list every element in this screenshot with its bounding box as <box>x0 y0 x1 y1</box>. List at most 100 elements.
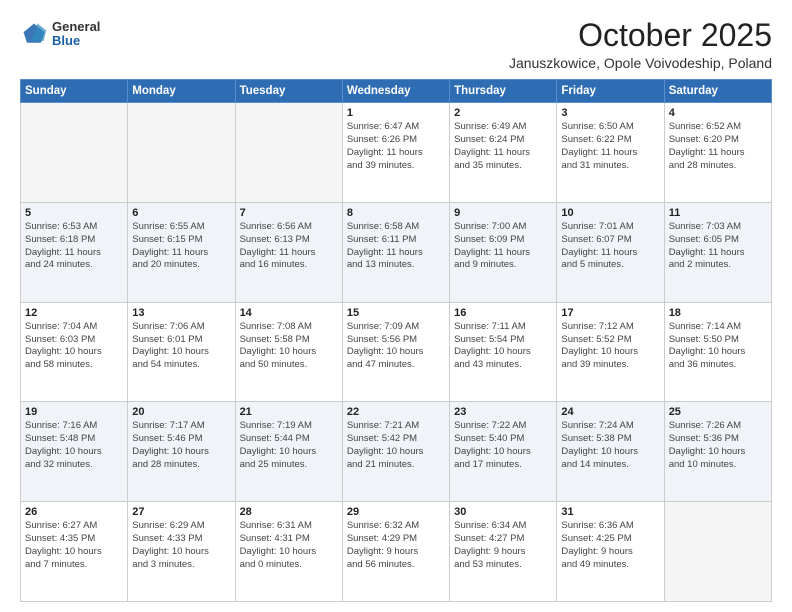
table-row: 2 Sunrise: 6:49 AM Sunset: 6:24 PM Daylig… <box>450 103 557 203</box>
day-info: Sunrise: 7:17 AM Sunset: 5:46 PM Dayligh… <box>132 420 230 471</box>
day-info: Sunrise: 7:09 AM Sunset: 5:56 PM Dayligh… <box>347 321 445 372</box>
table-row: 16 Sunrise: 7:11 AM Sunset: 5:54 PM Dayli… <box>450 302 557 402</box>
table-row: 30 Sunrise: 6:34 AM Sunset: 4:27 PM Dayli… <box>450 502 557 602</box>
table-row: 23Sunrise: 7:22 AM Sunset: 5:40 PM Dayli… <box>450 402 557 502</box>
day-info: Sunrise: 7:08 AM Sunset: 5:58 PM Dayligh… <box>240 321 338 372</box>
day-info: Sunrise: 6:34 AM Sunset: 4:27 PM Dayligh… <box>454 520 552 571</box>
page: General Blue October 2025 Januszkowice, … <box>0 0 792 612</box>
day-info: Sunrise: 7:24 AM Sunset: 5:38 PM Dayligh… <box>561 420 659 471</box>
day-info: Sunrise: 6:31 AM Sunset: 4:31 PM Dayligh… <box>240 520 338 571</box>
table-row: 12 Sunrise: 7:04 AM Sunset: 6:03 PM Dayli… <box>21 302 128 402</box>
logo-general-text: General <box>52 20 100 34</box>
day-number: 1 <box>347 107 445 119</box>
day-info: Sunrise: 6:53 AM Sunset: 6:18 PM Dayligh… <box>25 221 123 272</box>
day-number: 24 <box>561 406 659 418</box>
day-info: Sunrise: 7:14 AM Sunset: 5:50 PM Dayligh… <box>669 321 767 372</box>
day-number: 13 <box>132 307 230 319</box>
day-number: 5 <box>25 207 123 219</box>
day-number: 28 <box>240 506 338 518</box>
day-number: 31 <box>561 506 659 518</box>
day-number: 19 <box>25 406 123 418</box>
table-row <box>235 103 342 203</box>
table-row <box>664 502 771 602</box>
day-info: Sunrise: 7:01 AM Sunset: 6:07 PM Dayligh… <box>561 221 659 272</box>
day-info: Sunrise: 7:06 AM Sunset: 6:01 PM Dayligh… <box>132 321 230 372</box>
table-row: 6 Sunrise: 6:55 AM Sunset: 6:15 PM Daylig… <box>128 202 235 302</box>
table-row: 20 Sunrise: 7:17 AM Sunset: 5:46 PM Dayli… <box>128 402 235 502</box>
day-info: Sunrise: 6:29 AM Sunset: 4:33 PM Dayligh… <box>132 520 230 571</box>
table-row <box>128 103 235 203</box>
day-info: Sunrise: 7:04 AM Sunset: 6:03 PM Dayligh… <box>25 321 123 372</box>
table-row: 24 Sunrise: 7:24 AM Sunset: 5:38 PM Dayli… <box>557 402 664 502</box>
calendar-week-row: 5 Sunrise: 6:53 AM Sunset: 6:18 PM Daylig… <box>21 202 772 302</box>
day-number: 8 <box>347 207 445 219</box>
day-info: Sunrise: 6:55 AM Sunset: 6:15 PM Dayligh… <box>132 221 230 272</box>
title-block: October 2025 Januszkowice, Opole Voivode… <box>509 18 772 71</box>
day-info: Sunrise: 7:03 AM Sunset: 6:05 PM Dayligh… <box>669 221 767 272</box>
table-row: 1 Sunrise: 6:47 AM Sunset: 6:26 PM Daylig… <box>342 103 449 203</box>
day-number: 3 <box>561 107 659 119</box>
day-number: 29 <box>347 506 445 518</box>
day-number: 26 <box>25 506 123 518</box>
table-row: 3 Sunrise: 6:50 AM Sunset: 6:22 PM Daylig… <box>557 103 664 203</box>
day-info: Sunrise: 7:21 AM Sunset: 5:42 PM Dayligh… <box>347 420 445 471</box>
day-number: 30 <box>454 506 552 518</box>
calendar-week-row: 26 Sunrise: 6:27 AM Sunset: 4:35 PM Dayli… <box>21 502 772 602</box>
day-number: 18 <box>669 307 767 319</box>
table-row: 4Sunrise: 6:52 AM Sunset: 6:20 PM Daylig… <box>664 103 771 203</box>
header-monday: Monday <box>128 80 235 103</box>
calendar-table: Sunday Monday Tuesday Wednesday Thursday… <box>20 79 772 602</box>
day-number: 22 <box>347 406 445 418</box>
logo-blue-text: Blue <box>52 34 100 48</box>
location-title: Januszkowice, Opole Voivodeship, Poland <box>509 55 772 71</box>
day-info: Sunrise: 6:49 AM Sunset: 6:24 PM Dayligh… <box>454 121 552 172</box>
day-info: Sunrise: 6:50 AM Sunset: 6:22 PM Dayligh… <box>561 121 659 172</box>
day-number: 17 <box>561 307 659 319</box>
day-number: 27 <box>132 506 230 518</box>
day-info: Sunrise: 7:26 AM Sunset: 5:36 PM Dayligh… <box>669 420 767 471</box>
day-info: Sunrise: 7:19 AM Sunset: 5:44 PM Dayligh… <box>240 420 338 471</box>
table-row: 19 Sunrise: 7:16 AM Sunset: 5:48 PM Dayli… <box>21 402 128 502</box>
calendar-week-row: 19 Sunrise: 7:16 AM Sunset: 5:48 PM Dayli… <box>21 402 772 502</box>
day-number: 15 <box>347 307 445 319</box>
table-row: 18 Sunrise: 7:14 AM Sunset: 5:50 PM Dayli… <box>664 302 771 402</box>
day-info: Sunrise: 7:16 AM Sunset: 5:48 PM Dayligh… <box>25 420 123 471</box>
header: General Blue October 2025 Januszkowice, … <box>20 18 772 71</box>
table-row <box>21 103 128 203</box>
table-row: 10 Sunrise: 7:01 AM Sunset: 6:07 PM Dayli… <box>557 202 664 302</box>
day-number: 7 <box>240 207 338 219</box>
day-info: Sunrise: 6:47 AM Sunset: 6:26 PM Dayligh… <box>347 121 445 172</box>
day-number: 6 <box>132 207 230 219</box>
table-row: 21 Sunrise: 7:19 AM Sunset: 5:44 PM Dayli… <box>235 402 342 502</box>
day-info: Sunrise: 6:56 AM Sunset: 6:13 PM Dayligh… <box>240 221 338 272</box>
day-info: Sunrise: 6:58 AM Sunset: 6:11 PM Dayligh… <box>347 221 445 272</box>
day-number: 21 <box>240 406 338 418</box>
logo-text: General Blue <box>52 20 100 49</box>
table-row: 17Sunrise: 7:12 AM Sunset: 5:52 PM Dayli… <box>557 302 664 402</box>
table-row: 26 Sunrise: 6:27 AM Sunset: 4:35 PM Dayli… <box>21 502 128 602</box>
weekday-header-row: Sunday Monday Tuesday Wednesday Thursday… <box>21 80 772 103</box>
logo: General Blue <box>20 20 100 49</box>
header-saturday: Saturday <box>664 80 771 103</box>
table-row: 25Sunrise: 7:26 AM Sunset: 5:36 PM Dayli… <box>664 402 771 502</box>
day-number: 2 <box>454 107 552 119</box>
table-row: 13 Sunrise: 7:06 AM Sunset: 6:01 PM Dayli… <box>128 302 235 402</box>
header-thursday: Thursday <box>450 80 557 103</box>
table-row: 11Sunrise: 7:03 AM Sunset: 6:05 PM Dayli… <box>664 202 771 302</box>
table-row: 5 Sunrise: 6:53 AM Sunset: 6:18 PM Daylig… <box>21 202 128 302</box>
table-row: 28 Sunrise: 6:31 AM Sunset: 4:31 PM Dayli… <box>235 502 342 602</box>
day-info: Sunrise: 7:11 AM Sunset: 5:54 PM Dayligh… <box>454 321 552 372</box>
day-info: Sunrise: 6:27 AM Sunset: 4:35 PM Dayligh… <box>25 520 123 571</box>
header-tuesday: Tuesday <box>235 80 342 103</box>
day-info: Sunrise: 7:00 AM Sunset: 6:09 PM Dayligh… <box>454 221 552 272</box>
table-row: 14 Sunrise: 7:08 AM Sunset: 5:58 PM Dayli… <box>235 302 342 402</box>
day-number: 12 <box>25 307 123 319</box>
day-number: 10 <box>561 207 659 219</box>
day-number: 16 <box>454 307 552 319</box>
calendar-week-row: 1 Sunrise: 6:47 AM Sunset: 6:26 PM Daylig… <box>21 103 772 203</box>
day-number: 20 <box>132 406 230 418</box>
table-row: 27 Sunrise: 6:29 AM Sunset: 4:33 PM Dayli… <box>128 502 235 602</box>
day-info: Sunrise: 6:52 AM Sunset: 6:20 PM Dayligh… <box>669 121 767 172</box>
day-number: 14 <box>240 307 338 319</box>
header-friday: Friday <box>557 80 664 103</box>
